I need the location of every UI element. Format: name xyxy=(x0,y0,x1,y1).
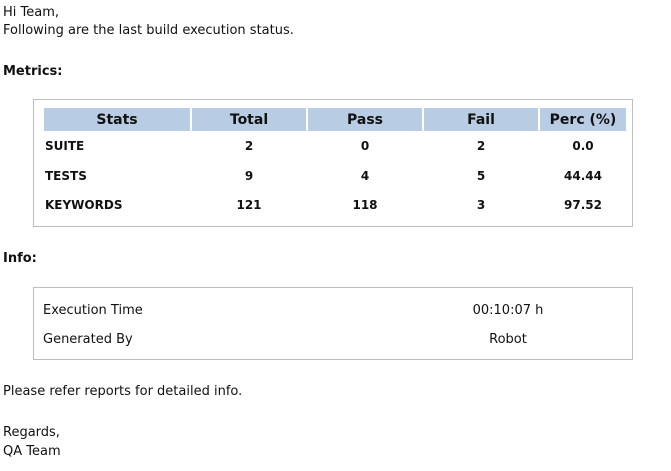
intro-text: Following are the last build execution s… xyxy=(3,23,294,38)
column-header-total: Total xyxy=(192,108,306,131)
note-text: Please refer reports for detailed info. xyxy=(3,384,243,399)
metrics-header-row: Stats Total Pass Fail Perc (%) xyxy=(44,108,626,131)
fail-cell: 5 xyxy=(476,168,486,183)
column-header-fail: Fail xyxy=(424,108,538,131)
stats-name-cell: SUITE xyxy=(45,139,85,153)
greeting-text: Hi Team, xyxy=(3,5,60,20)
info-panel: Execution Time 00:10:07 h Generated By R… xyxy=(33,287,633,360)
info-table: Execution Time 00:10:07 h Generated By R… xyxy=(42,296,624,354)
info-value-cell: 00:10:07 h xyxy=(472,303,544,318)
info-heading: Info: xyxy=(3,251,37,266)
perc-cell: 44.44 xyxy=(564,168,602,183)
info-value-cell: Robot xyxy=(489,332,527,347)
metrics-panel: Stats Total Pass Fail Perc (%) SUITE 2 0… xyxy=(33,99,633,227)
table-row: KEYWORDS 121 118 3 97.52 xyxy=(44,190,626,219)
info-label-cell: Generated By xyxy=(43,332,133,347)
fail-cell: 3 xyxy=(476,197,486,212)
perc-cell: 0.0 xyxy=(572,139,594,153)
column-header-stats: Stats xyxy=(44,108,190,131)
column-header-perc: Perc (%) xyxy=(540,108,626,131)
table-row: SUITE 2 0 2 0.0 xyxy=(44,131,626,161)
pass-cell: 118 xyxy=(352,197,378,212)
metrics-heading: Metrics: xyxy=(3,64,63,79)
closing-text: Regards, xyxy=(3,425,60,440)
table-row: Generated By Robot xyxy=(42,325,624,354)
stats-name-cell: TESTS xyxy=(45,168,87,183)
table-row: TESTS 9 4 5 44.44 xyxy=(44,161,626,190)
metrics-table: Stats Total Pass Fail Perc (%) SUITE 2 0… xyxy=(42,108,628,219)
signature-text: QA Team xyxy=(3,444,61,459)
fail-cell: 2 xyxy=(476,139,486,153)
total-cell: 2 xyxy=(244,139,254,153)
perc-cell: 97.52 xyxy=(564,197,602,212)
pass-cell: 0 xyxy=(360,139,370,153)
total-cell: 121 xyxy=(236,197,262,212)
stats-name-cell: KEYWORDS xyxy=(45,197,123,212)
pass-cell: 4 xyxy=(360,168,370,183)
table-row: Execution Time 00:10:07 h xyxy=(42,296,624,325)
total-cell: 9 xyxy=(244,168,254,183)
info-label-cell: Execution Time xyxy=(43,303,143,318)
column-header-pass: Pass xyxy=(308,108,422,131)
